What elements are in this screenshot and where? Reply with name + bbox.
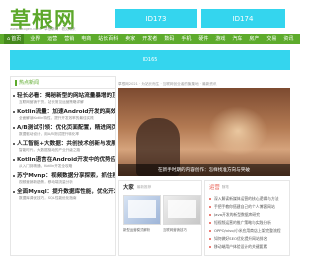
nav-item[interactable]: 注册: [300, 34, 310, 44]
card-subtitle: 随笔: [221, 184, 229, 189]
news-headline[interactable]: 苏宁Mvnp：视频数据分享探索，抓住移动互联网: [17, 172, 115, 180]
news-summary: 智能时代，大数据驱动的产业升级之路: [19, 148, 81, 152]
header: 草根网 www.caogen.com · 草根新闻 · 看见未来 ID173 I…: [0, 0, 300, 34]
bullet-dot: [13, 191, 15, 193]
list-item[interactable]: 人工智能+大数据：共创技术创新与发展的新篇章 智能时代，大数据驱动的产业升级之路: [11, 140, 115, 153]
title-accent-bar: [15, 79, 17, 86]
news-summary: 数据库调优技巧，SQL性能优化指南: [19, 196, 77, 200]
nav-item[interactable]: 卖家: [125, 34, 135, 44]
bullet-dot: [13, 143, 15, 145]
card-title: 运营: [209, 185, 220, 191]
bullet-dot: [209, 198, 211, 200]
card-title: 大家: [123, 185, 134, 191]
article-link[interactable]: 深入解读新媒体运营的核心逻辑与方法: [214, 196, 279, 202]
list-item[interactable]: A/B测试引领：优化页面配置，精进网页设计策略 数据驱动设计，用A/B测试提升转…: [11, 124, 115, 137]
news-summary: 数据驱动设计，用A/B测试提升转化率: [19, 132, 80, 136]
article-link[interactable]: 如何做好SEO优化提升网站排名: [214, 236, 267, 242]
list-item[interactable]: 苏宁Mvnp：视频数据分享探索，抓住移动互联网 视频营销新趋势，移动端流量分析: [11, 172, 115, 185]
news-headline[interactable]: A/B测试引领：优化页面配置，精进网页设计策略: [17, 124, 115, 132]
nav-item[interactable]: 业界: [30, 34, 40, 44]
bullet-dot: [209, 246, 211, 248]
list-item[interactable]: 如何做好SEO优化提升网站排名: [209, 235, 289, 243]
article-link[interactable]: 移动端用户体验设计的关键要素: [214, 244, 267, 250]
thumbnail-caption[interactable]: 互联网营销技巧: [163, 227, 201, 232]
bullet-dot: [209, 238, 211, 240]
article-thumbnail[interactable]: [123, 195, 161, 225]
thumbnail-captions: 新型运营模式解析 互联网营销技巧: [123, 227, 201, 232]
card-header: 大家 最新推荐: [119, 181, 201, 193]
ad-banner-174[interactable]: ID174: [201, 9, 285, 28]
bullet-dot: [13, 111, 15, 113]
nav-item[interactable]: 资讯: [283, 34, 293, 44]
article-link[interactable]: OPPO/vivo/小米应用商店上架完整流程: [214, 228, 281, 234]
hot-news-title: 热点新闻: [19, 80, 40, 86]
home-icon: ⌂: [7, 36, 11, 42]
nav-item[interactable]: 汽车: [232, 34, 242, 44]
nav-item-home[interactable]: ⌂首页: [4, 34, 25, 44]
nav-item[interactable]: 开发者: [142, 34, 157, 44]
bullet-dot: [13, 175, 15, 177]
list-item[interactable]: 全面Mysql：提升数据库性能，优化开发策略 数据库调优技巧，SQL性能优化指南: [11, 188, 115, 201]
news-headline[interactable]: 轻长必看：揭秘新型的网站流量暴增的顶级秘诀: [17, 92, 115, 100]
nav-item[interactable]: 游戏: [215, 34, 225, 44]
article-list: 深入解读新媒体运营的核心逻辑与方法 手把手教你搭建自己的个人博客网站 Java开…: [209, 195, 289, 251]
nav-item[interactable]: 运营: [47, 34, 57, 44]
nav-item[interactable]: 硬件: [198, 34, 208, 44]
thumbnail-screen: [128, 200, 156, 218]
ad-banner-173[interactable]: ID173: [115, 9, 197, 28]
bullet-dot: [209, 230, 211, 232]
article-thumbnail[interactable]: [163, 195, 201, 225]
list-item[interactable]: 短视频运营的推广策略与实践分析: [209, 219, 289, 227]
news-headline[interactable]: 人工智能+大数据：共创技术创新与发展的新篇章: [17, 140, 115, 148]
article-link[interactable]: Java开发的新型数据库研究: [214, 212, 260, 218]
nav-item[interactable]: 手机: [181, 34, 191, 44]
hero-title[interactable]: 在新手时期的内容创作：怎样找准方向与突破: [118, 164, 290, 176]
news-summary: 全面解读Kotlin特性，提升开发效率的最佳实践: [19, 116, 94, 120]
thumbnail-row: [123, 195, 201, 225]
nav-item[interactable]: 电商: [81, 34, 91, 44]
hero-glow: [208, 106, 268, 156]
nav-item[interactable]: 房产: [249, 34, 259, 44]
list-item[interactable]: Kotlin语言在Android开发中的优势应用与实践 从入门到精通，Kotli…: [11, 156, 115, 169]
list-item[interactable]: 轻长必看：揭秘新型的网站流量暴增的顶级秘诀 互联网营销干货，站长常见运营策略详解: [11, 92, 115, 105]
news-summary: 视频营销新趋势，移动端流量分析: [19, 180, 73, 184]
card-subtitle: 最新推荐: [136, 184, 152, 189]
nav-item[interactable]: 营销: [64, 34, 74, 44]
featured-card: 大家 最新推荐 新型运营模式解析 互联网营销技巧: [118, 180, 202, 256]
bullet-dot: [209, 206, 211, 208]
banner-caption: 草根网2021 · 为站长而生 · 互联网创业者的聚集地 · 最新资讯: [118, 82, 217, 86]
main-nav: ⌂首页 业界 运营 营销 电商 站长百科 卖家 开发者 数码 手机 硬件 游戏 …: [0, 34, 310, 44]
list-item[interactable]: Java开发的新型数据库研究: [209, 211, 289, 219]
news-summary: 互联网营销干货，站长常见运营策略详解: [19, 100, 84, 104]
list-item[interactable]: Kotlin流量：加速Android开发的高效编程秘籍 全面解读Kotlin特性…: [11, 108, 115, 121]
news-headline[interactable]: 全面Mysql：提升数据库性能，优化开发策略: [17, 188, 115, 196]
list-item[interactable]: 手把手教你搭建自己的个人博客网站: [209, 203, 289, 211]
operations-card: 运营 随笔 深入解读新媒体运营的核心逻辑与方法 手把手教你搭建自己的个人博客网站…: [204, 180, 290, 256]
bullet-dot: [13, 127, 15, 129]
thumbnail-caption[interactable]: 新型运营模式解析: [123, 227, 161, 232]
article-link[interactable]: 短视频运营的推广策略与实践分析: [214, 220, 271, 226]
article-link[interactable]: 手把手教你搭建自己的个人博客网站: [214, 204, 275, 210]
hero-image[interactable]: 在新手时期的内容创作：怎样找准方向与突破: [118, 88, 290, 176]
bullet-dot: [209, 222, 211, 224]
ad-banner-165[interactable]: ID165: [10, 50, 290, 70]
card-header: 运营 随笔: [205, 181, 289, 193]
hot-news-header: 热点新闻: [11, 77, 115, 89]
list-item[interactable]: 深入解读新媒体运营的核心逻辑与方法: [209, 195, 289, 203]
list-item[interactable]: 移动端用户体验设计的关键要素: [209, 243, 289, 251]
bullet-dot: [13, 95, 15, 97]
news-summary: 从入门到精通，Kotlin开发全攻略: [19, 164, 73, 168]
list-item[interactable]: OPPO/vivo/小米应用商店上架完整流程: [209, 227, 289, 235]
nav-label: 首页: [11, 36, 22, 42]
bullet-dot: [209, 214, 211, 216]
news-headline[interactable]: Kotlin流量：加速Android开发的高效编程秘籍: [17, 108, 115, 116]
nav-item[interactable]: 交易: [266, 34, 276, 44]
news-headline[interactable]: Kotlin语言在Android开发中的优势应用与实践: [17, 156, 115, 164]
site-tagline: www.caogen.com · 草根新闻 · 看见未来: [10, 27, 76, 31]
nav-item[interactable]: 站长百科: [98, 34, 118, 44]
bullet-dot: [13, 159, 15, 161]
hot-news-panel: 热点新闻 轻长必看：揭秘新型的网站流量暴增的顶级秘诀 互联网营销干货，站长常见运…: [10, 76, 116, 256]
nav-item[interactable]: 数码: [164, 34, 174, 44]
thumbnail-screen: [168, 200, 196, 218]
